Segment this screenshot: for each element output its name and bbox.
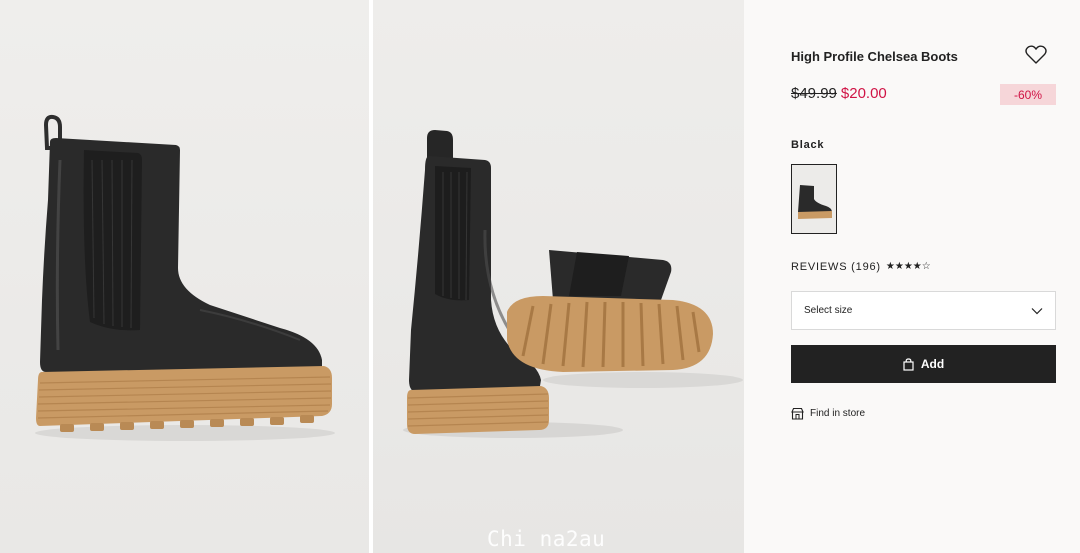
- boot-side-illustration: [35, 114, 335, 441]
- watermark-text: Chi na2au: [487, 527, 606, 551]
- original-price: $49.99: [791, 85, 837, 102]
- add-button-label: Add: [920, 357, 945, 371]
- reviews-label: REVIEWS (196): [791, 261, 881, 273]
- star-full-icon: ★: [885, 261, 895, 272]
- swatch-boot-thumbnail: [792, 165, 836, 233]
- color-swatch-black[interactable]: [791, 164, 837, 234]
- reviews-link[interactable]: REVIEWS (196) ★ ★ ★ ★ ☆: [791, 261, 931, 273]
- sale-price: $20.00: [840, 85, 887, 102]
- add-to-bag-button[interactable]: Add: [791, 345, 1056, 383]
- shopping-bag-icon: [903, 357, 914, 371]
- star-half-icon: ☆: [921, 261, 931, 272]
- boot-pair-illustration: [403, 130, 743, 438]
- chevron-down-icon: [1031, 307, 1043, 314]
- find-in-store-label: Find in store: [810, 408, 866, 419]
- find-in-store-link[interactable]: Find in store: [791, 407, 865, 420]
- star-full-icon: ★: [903, 261, 913, 272]
- size-select[interactable]: Select size: [791, 291, 1056, 330]
- product-details-panel: High Profile Chelsea Boots $49.99 $20.00…: [744, 0, 1080, 553]
- product-title: High Profile Chelsea Boots: [791, 49, 958, 64]
- star-full-icon: ★: [894, 261, 904, 272]
- color-name: Black: [791, 139, 825, 151]
- product-image-side[interactable]: [0, 0, 369, 553]
- price-row: $49.99 $20.00: [791, 85, 887, 102]
- discount-badge: -60%: [1000, 84, 1056, 105]
- favorite-heart-icon[interactable]: [1025, 45, 1047, 65]
- store-icon: [791, 407, 804, 420]
- star-full-icon: ★: [912, 261, 922, 272]
- product-gallery: [0, 0, 744, 553]
- size-select-placeholder: Select size: [804, 305, 853, 316]
- rating-stars: ★ ★ ★ ★ ☆: [886, 262, 931, 272]
- product-image-pair[interactable]: [373, 0, 744, 553]
